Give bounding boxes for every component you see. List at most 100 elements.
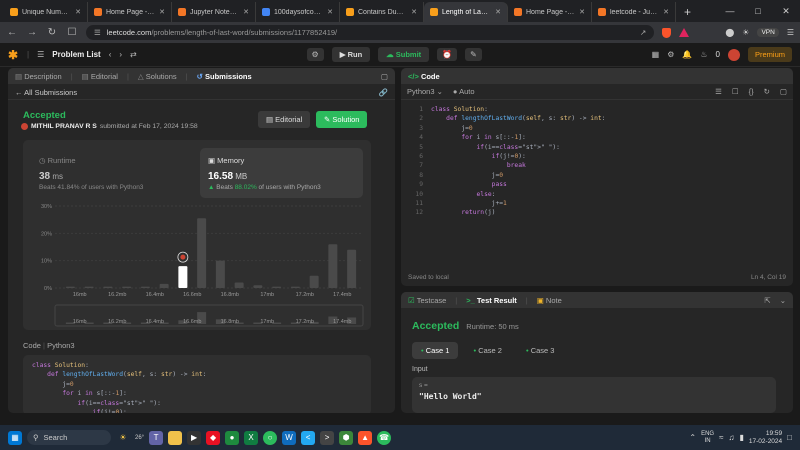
puzzle-icon[interactable]: ☀ (742, 28, 749, 37)
excel-icon[interactable]: X (244, 430, 259, 445)
tab-note[interactable]: ▣ Note (537, 296, 562, 305)
timer-icon[interactable]: ⏰ (437, 48, 458, 61)
close-tab-icon[interactable]: ✕ (327, 8, 333, 16)
share-icon[interactable]: ↗ (640, 28, 646, 37)
bookmark-icon[interactable]: ☐ (66, 27, 78, 38)
avatar[interactable] (727, 48, 740, 61)
close-tab-icon[interactable]: ✕ (579, 8, 585, 16)
office-icon[interactable]: ◆ (206, 430, 221, 445)
brave-shield-icon[interactable] (662, 27, 672, 38)
editorial-button[interactable]: ▤ Editorial (258, 111, 311, 128)
problem-list-link[interactable]: Problem List (52, 50, 100, 59)
maps-icon[interactable]: ● (225, 430, 240, 445)
settings-icon[interactable]: ⚙ (667, 50, 674, 59)
forward-icon[interactable]: → (26, 27, 38, 38)
reload-icon[interactable]: ↻ (46, 27, 58, 38)
rewards-icon[interactable] (679, 28, 690, 37)
expand-icon[interactable]: ▢ (381, 72, 388, 81)
nodejs-icon[interactable]: ⬢ (339, 430, 354, 445)
auto-toggle[interactable]: ● Auto (453, 87, 475, 96)
solution-button[interactable]: ✎ Solution (316, 111, 368, 128)
streak-icon[interactable]: ♨ (700, 50, 707, 59)
user-avatar[interactable] (21, 123, 28, 130)
browser-tab[interactable]: Unique Number of O✕ (4, 2, 88, 22)
wifi-icon[interactable]: ≈ (719, 433, 723, 442)
browser-tab[interactable]: Jupyter Notebook ✕ (172, 2, 256, 22)
case-tab-1[interactable]: • Case 1 (412, 342, 459, 359)
link-icon[interactable]: 🔗 (379, 88, 388, 97)
maximize-button[interactable]: □ (744, 0, 772, 22)
teams-icon[interactable]: T (149, 430, 164, 445)
close-tab-icon[interactable]: ✕ (243, 8, 249, 16)
tab-description[interactable]: ▤ Description (15, 72, 62, 81)
collapse-panel-icon[interactable]: ⌄ (780, 296, 786, 305)
list-icon[interactable]: ☰ (37, 50, 44, 59)
format-icon[interactable]: ☰ (715, 87, 722, 96)
new-tab-button[interactable]: + (676, 2, 699, 22)
code-tab[interactable]: </> Code (408, 72, 440, 81)
code-editor[interactable]: 1 class Solution: 2 def lengthOfLastWord(s… (401, 105, 793, 265)
menu-icon[interactable]: ☰ (787, 28, 794, 37)
back-icon[interactable]: ← (6, 27, 18, 38)
next-problem-icon[interactable]: › (119, 50, 122, 59)
browser-tab[interactable]: Contains Duplicate II✕ (340, 2, 424, 22)
notification-center-icon[interactable]: □ (787, 433, 792, 442)
debug-icon[interactable]: ⚙ (306, 48, 324, 61)
browser-tab[interactable]: Home Page - Select a ✕ (88, 2, 172, 22)
word-icon[interactable]: W (282, 430, 297, 445)
site-info-icon[interactable]: ☰ (94, 28, 101, 37)
extension-icon[interactable]: ⬤ (725, 28, 734, 37)
close-tab-icon[interactable]: ✕ (495, 8, 501, 16)
browser-tab[interactable]: Home Page - Select a ✕ (508, 2, 592, 22)
tab-submissions[interactable]: ↺ Submissions (197, 72, 252, 81)
case-tab-3[interactable]: • Case 3 (517, 342, 563, 359)
file-explorer-icon[interactable] (168, 430, 183, 445)
volume-icon[interactable]: ♫ (729, 433, 735, 442)
language-indicator[interactable]: ENG IN (701, 431, 714, 445)
premium-button[interactable]: Premium (747, 47, 792, 62)
browser-tab[interactable]: Length of Last W ✕ (424, 2, 508, 22)
chrome-icon[interactable]: ○ (263, 430, 278, 445)
shuffle-icon[interactable]: ⇄ (130, 50, 137, 59)
brave-icon[interactable]: ▲ (358, 430, 373, 445)
expand-panel-icon[interactable]: ⇱ (764, 296, 770, 305)
tab-test-result[interactable]: >_ Test Result (466, 296, 517, 305)
terminal-app-icon[interactable]: > (320, 430, 335, 445)
tab-testcase[interactable]: ☑ Testcase (408, 296, 446, 305)
browser-tab[interactable]: leetcode - Jupyter N✕ (592, 2, 676, 22)
vscode-icon[interactable]: < (301, 430, 316, 445)
notifications-icon[interactable]: 🔔 (682, 50, 692, 59)
submit-button[interactable]: ☁ Submit (378, 47, 430, 62)
clock[interactable]: 19:59 17-02-2024 (749, 430, 782, 446)
tray-chevron-icon[interactable]: ⌃ (689, 433, 696, 442)
url-field[interactable]: ☰ leetcode.com/problems/length-of-last-w… (86, 25, 655, 40)
prev-problem-icon[interactable]: ‹ (109, 50, 112, 59)
case-tab-2[interactable]: • Case 2 (464, 342, 510, 359)
whatsapp-icon[interactable]: ☎ (377, 430, 392, 445)
fullscreen-icon[interactable]: ▢ (780, 87, 787, 96)
minimize-button[interactable]: — (716, 0, 744, 22)
close-tab-icon[interactable]: ✕ (663, 8, 669, 16)
browser-tab[interactable]: 100daysofcode - Goo ✕ (256, 2, 340, 22)
reset-icon[interactable]: ↻ (764, 87, 770, 96)
tab-solutions[interactable]: △ Solutions (138, 72, 177, 81)
tab-editorial[interactable]: ▤ Editorial (82, 72, 118, 81)
leetcode-logo[interactable]: ✱ (8, 48, 19, 62)
notes-icon[interactable]: ✎ (465, 48, 482, 61)
media-icon[interactable]: ▶ (187, 430, 202, 445)
taskbar-search[interactable]: ⚲ Search (27, 430, 111, 445)
close-tab-icon[interactable]: ✕ (159, 8, 165, 16)
language-select[interactable]: Python3 ⌄ (407, 87, 443, 96)
braces-icon[interactable]: {} (749, 87, 754, 96)
weather-icon[interactable]: ☀ (116, 431, 130, 445)
start-icon[interactable]: ▦ (8, 430, 22, 445)
close-tab-icon[interactable]: ✕ (75, 8, 81, 16)
all-submissions-link[interactable]: ← All Submissions (15, 88, 77, 97)
bookmark-code-icon[interactable]: ☐ (732, 87, 739, 96)
vpn-button[interactable]: VPN (757, 28, 779, 37)
run-button[interactable]: ▶ Run (331, 47, 371, 62)
battery-icon[interactable]: ▮ (740, 433, 744, 442)
close-window-button[interactable]: ✕ (772, 0, 800, 22)
username[interactable]: MITHIL PRANAV R S (31, 123, 97, 130)
close-tab-icon[interactable]: ✕ (411, 8, 417, 16)
